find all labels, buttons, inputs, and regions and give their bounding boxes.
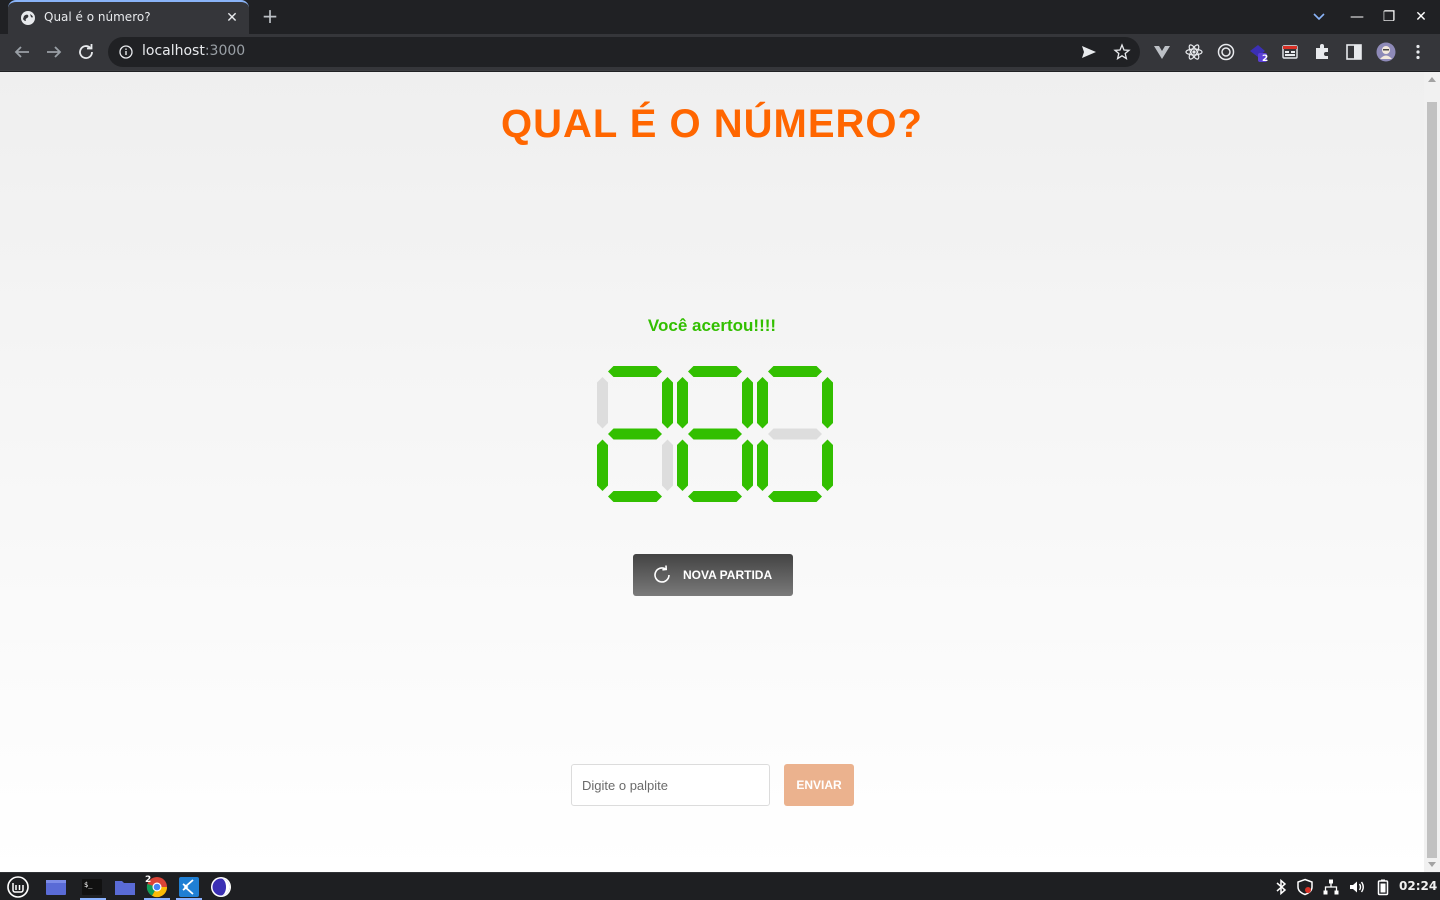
digit-1-segment-f — [597, 377, 608, 429]
scroll-down-arrow[interactable] — [1428, 862, 1436, 867]
digit-1-segment-g — [608, 428, 662, 440]
guess-input[interactable] — [571, 764, 770, 806]
digit-3-segment-d — [768, 491, 822, 502]
digit-1-segment-b — [662, 377, 673, 429]
url-text: localhost:3000 — [142, 43, 245, 59]
back-icon[interactable] — [10, 40, 34, 64]
maximize-button[interactable]: ❐ — [1379, 7, 1399, 27]
send-button[interactable]: ENVIAR — [784, 764, 854, 806]
volume-icon[interactable] — [1348, 878, 1366, 896]
terminal-icon[interactable]: $_ — [81, 876, 103, 898]
side-panel-icon[interactable] — [1344, 42, 1364, 62]
clock: 02:24 — [1399, 879, 1438, 893]
address-bar[interactable]: localhost:3000 — [108, 37, 1140, 67]
window-extension-icon[interactable] — [1280, 42, 1300, 62]
digit-2-segment-c — [742, 439, 753, 491]
vue-devtools-icon[interactable] — [1152, 42, 1172, 62]
digit-2-segment-g — [688, 428, 742, 440]
digit-3-segment-a — [768, 366, 822, 377]
digit-2-segment-f — [677, 377, 688, 429]
tab-close-icon[interactable]: ✕ — [223, 9, 241, 27]
target-extension-icon[interactable] — [1216, 42, 1236, 62]
digit-3-segment-c — [822, 439, 833, 491]
new-game-label: NOVA PARTIDA — [683, 568, 773, 582]
digit-3-segment-f — [757, 377, 768, 429]
digit-1-segment-a — [608, 366, 662, 377]
browser-toolbar: localhost:3000 2 — [0, 34, 1440, 71]
refresh-icon — [654, 565, 670, 583]
scroll-up-arrow[interactable] — [1428, 77, 1436, 82]
profile-avatar-icon[interactable] — [1376, 42, 1396, 62]
app-circle-icon[interactable] — [210, 876, 232, 898]
new-game-button[interactable]: NOVA PARTIDA — [633, 554, 793, 596]
page-scrollbar[interactable] — [1424, 72, 1440, 872]
os-taskbar: $_ 2 02:24 — [0, 872, 1440, 900]
close-window-button[interactable]: ✕ — [1411, 7, 1431, 27]
tab-search-icon[interactable] — [1309, 8, 1329, 26]
tab-strip: Qual é o número? ✕ + — ❐ ✕ — [0, 0, 1440, 34]
globe-icon — [21, 11, 35, 25]
digit-2-segment-d — [688, 491, 742, 502]
page-viewport: QUAL É O NÚMERO? Você acertou!!!! NOVA P… — [0, 72, 1424, 872]
mint-menu-icon[interactable] — [7, 876, 29, 898]
status-message: Você acertou!!!! — [647, 316, 777, 335]
url-port: :3000 — [204, 43, 246, 59]
bluetooth-icon[interactable] — [1272, 878, 1290, 896]
battery-icon[interactable] — [1374, 878, 1392, 896]
page-title: QUAL É O NÚMERO? — [501, 102, 923, 146]
digit-1-segment-e — [597, 439, 608, 491]
chrome-window-count: 2 — [145, 875, 152, 885]
seven-segment-display — [597, 366, 833, 502]
site-info-icon[interactable] — [119, 45, 133, 59]
browser-menu-icon[interactable] — [1408, 42, 1428, 62]
digit-1-segment-c — [662, 439, 673, 491]
react-devtools-icon[interactable] — [1184, 42, 1204, 62]
bookmark-star-icon[interactable] — [1113, 43, 1131, 61]
network-icon[interactable] — [1322, 878, 1340, 896]
digit-3-segment-b — [822, 377, 833, 429]
digit-3-segment-g — [768, 428, 822, 440]
show-desktop-icon[interactable] — [45, 876, 67, 898]
digit-1-segment-d — [608, 491, 662, 502]
digit-3-segment-e — [757, 439, 768, 491]
svg-text:$_: $_ — [84, 881, 93, 889]
new-tab-button[interactable]: + — [258, 6, 282, 28]
extensions-puzzle-icon[interactable] — [1312, 42, 1332, 62]
tab-title: Qual é o número? — [44, 10, 151, 24]
digit-2-segment-e — [677, 439, 688, 491]
browser-tab[interactable]: Qual é o número? ✕ — [8, 0, 249, 34]
digit-2-segment-a — [688, 366, 742, 377]
forward-icon[interactable] — [42, 40, 66, 64]
scrollbar-thumb[interactable] — [1427, 102, 1437, 858]
vscode-icon[interactable] — [178, 876, 200, 898]
reload-icon[interactable] — [74, 40, 98, 64]
files-icon[interactable] — [114, 876, 136, 898]
extension-badge: 2 — [1262, 54, 1269, 64]
digit-2-segment-b — [742, 377, 753, 429]
url-host: localhost — [142, 43, 205, 59]
minimize-button[interactable]: — — [1347, 7, 1367, 27]
send-to-devices-icon[interactable] — [1080, 43, 1098, 61]
shield-icon[interactable] — [1296, 878, 1314, 896]
